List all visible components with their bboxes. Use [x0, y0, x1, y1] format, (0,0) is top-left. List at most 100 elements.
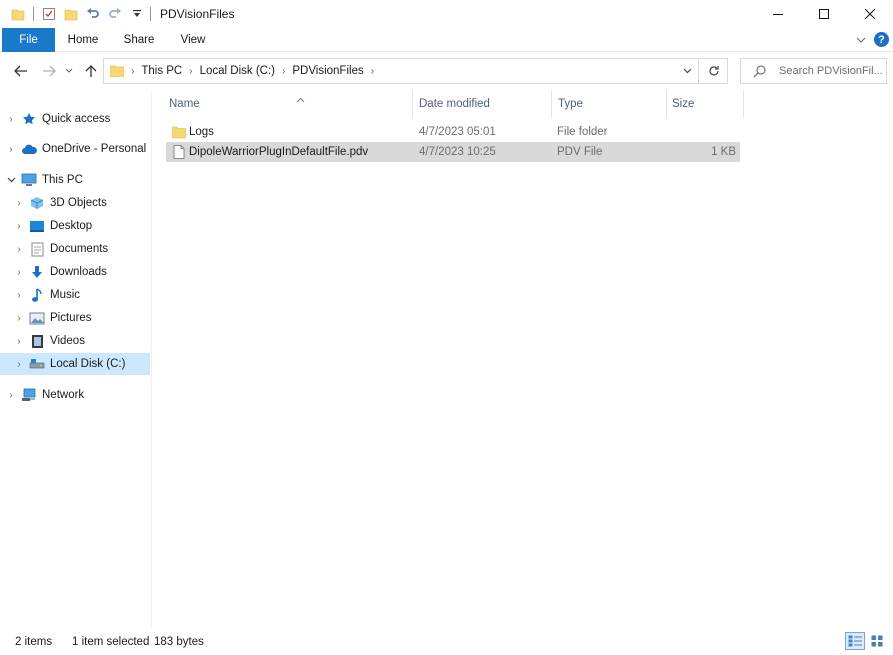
new-folder-icon[interactable]: [61, 4, 81, 24]
download-icon: [29, 264, 45, 280]
search-box[interactable]: Search PDVisionFil...: [740, 58, 887, 84]
nav-item-label: Desktop: [50, 220, 93, 232]
search-input[interactable]: Search PDVisionFil...: [779, 65, 883, 77]
status-item-count: 2 items: [15, 636, 53, 648]
nav-item-label: Network: [42, 389, 85, 401]
column-header-size[interactable]: Size: [667, 90, 744, 118]
help-icon[interactable]: ?: [874, 32, 889, 47]
status-bar: 2 items 1 item selected 183 bytes: [0, 627, 893, 655]
nav-item-label: Downloads: [50, 266, 107, 278]
chevron-right-icon[interactable]: ›: [12, 290, 26, 301]
sort-ascending-icon: [296, 86, 305, 114]
computer-icon: [21, 172, 37, 188]
nav-item-label: This PC: [42, 174, 83, 186]
recent-locations-button[interactable]: [62, 62, 76, 80]
chevron-right-icon[interactable]: ›: [12, 359, 26, 370]
details-view-button[interactable]: [845, 632, 865, 650]
folder-icon: [110, 65, 124, 77]
tab-home[interactable]: Home: [62, 28, 104, 52]
address-bar[interactable]: › This PC › Local Disk (C:) › PDVisionFi…: [103, 58, 699, 84]
breadcrumb-this-pc[interactable]: This PC: [141, 65, 182, 77]
nav-item-label: Documents: [50, 243, 109, 255]
up-button[interactable]: [82, 62, 100, 80]
quick-access-toolbar: [0, 0, 147, 28]
column-header-label: Size: [672, 98, 695, 110]
chevron-right-icon[interactable]: ›: [12, 336, 26, 347]
separator: [33, 7, 34, 21]
nav-item-3d-objects[interactable]: › 3D Objects: [0, 192, 150, 214]
videos-icon: [29, 333, 45, 349]
nav-item-desktop[interactable]: › Desktop: [0, 215, 150, 237]
nav-item-downloads[interactable]: › Downloads: [0, 261, 150, 283]
breadcrumb-local-disk[interactable]: Local Disk (C:): [200, 65, 275, 77]
refresh-button[interactable]: [700, 58, 728, 84]
file-row-pdv[interactable]: DipoleWarriorPlugInDefaultFile.pdv 4/7/2…: [166, 142, 740, 162]
back-button[interactable]: [12, 62, 30, 80]
navigation-bar: › This PC › Local Disk (C:) › PDVisionFi…: [0, 52, 893, 90]
nav-item-onedrive[interactable]: › OneDrive - Personal: [0, 138, 150, 160]
redo-icon[interactable]: [105, 4, 125, 24]
chevron-right-icon[interactable]: ›: [4, 114, 18, 125]
column-header-type[interactable]: Type: [553, 90, 667, 118]
nav-item-label: 3D Objects: [50, 197, 107, 209]
breadcrumb-separator[interactable]: ›: [131, 66, 134, 77]
nav-item-this-pc[interactable]: This PC: [0, 169, 150, 191]
forward-button[interactable]: [40, 62, 58, 80]
file-name[interactable]: Logs: [189, 122, 214, 142]
tab-share[interactable]: Share: [118, 28, 160, 52]
file-type: PDV File: [557, 146, 603, 158]
address-dropdown-button[interactable]: [676, 59, 698, 83]
folder-icon: [172, 126, 186, 139]
details-view-icon: [848, 635, 862, 647]
ribbon-controls: ?: [856, 32, 889, 47]
breadcrumb-separator[interactable]: ›: [282, 66, 285, 77]
close-button[interactable]: [847, 0, 893, 28]
column-header-label: Name: [169, 98, 200, 110]
customize-toolbar-icon[interactable]: [127, 4, 147, 24]
separator: [150, 7, 151, 21]
chevron-right-icon[interactable]: ›: [12, 221, 26, 232]
chevron-right-icon[interactable]: ›: [12, 313, 26, 324]
minimize-button[interactable]: [755, 0, 801, 28]
nav-item-videos[interactable]: › Videos: [0, 330, 150, 352]
column-header-label: Type: [558, 98, 583, 110]
column-header-date-modified[interactable]: Date modified: [414, 90, 552, 118]
search-icon: [753, 65, 766, 78]
column-header-name[interactable]: Name: [164, 90, 413, 118]
nav-item-documents[interactable]: › Documents: [0, 238, 150, 260]
chevron-right-icon[interactable]: ›: [12, 244, 26, 255]
cube-icon: [29, 195, 45, 211]
music-icon: [29, 287, 45, 303]
cloud-icon: [21, 141, 37, 157]
properties-icon[interactable]: [39, 4, 59, 24]
chevron-right-icon[interactable]: ›: [4, 144, 18, 155]
nav-item-quick-access[interactable]: › Quick access: [0, 108, 150, 130]
drive-icon: [29, 356, 45, 372]
expand-ribbon-icon[interactable]: [856, 33, 866, 47]
star-icon: [21, 111, 37, 127]
chevron-right-icon[interactable]: ›: [12, 198, 26, 209]
chevron-right-icon[interactable]: ›: [12, 267, 26, 278]
file-name[interactable]: DipoleWarriorPlugInDefaultFile.pdv: [189, 142, 368, 162]
maximize-button[interactable]: [801, 0, 847, 28]
window-title: PDVisionFiles: [160, 7, 235, 21]
large-icons-view-button[interactable]: [867, 632, 887, 650]
title-bar: PDVisionFiles: [0, 0, 893, 28]
nav-item-label: Quick access: [42, 113, 111, 125]
nav-item-pictures[interactable]: › Pictures: [0, 307, 150, 329]
breadcrumb-separator[interactable]: ›: [371, 66, 374, 77]
chevron-right-icon[interactable]: ›: [4, 390, 18, 401]
tab-view[interactable]: View: [173, 28, 213, 52]
tab-file[interactable]: File: [2, 28, 55, 52]
file-row-logs[interactable]: Logs 4/7/2023 05:01 File folder: [166, 122, 740, 142]
chevron-down-icon[interactable]: [4, 175, 18, 186]
desktop-icon: [29, 218, 45, 234]
undo-icon[interactable]: [83, 4, 103, 24]
file-list: Name Date modified Type Size Logs 4/7/20…: [152, 90, 893, 627]
breadcrumb-pdvisionfiles[interactable]: PDVisionFiles: [292, 65, 363, 77]
breadcrumb-separator[interactable]: ›: [189, 66, 192, 77]
nav-item-music[interactable]: › Music: [0, 284, 150, 306]
nav-item-local-disk[interactable]: › Local Disk (C:): [0, 353, 150, 375]
view-switcher: [845, 632, 887, 650]
nav-item-network[interactable]: › Network: [0, 384, 150, 406]
